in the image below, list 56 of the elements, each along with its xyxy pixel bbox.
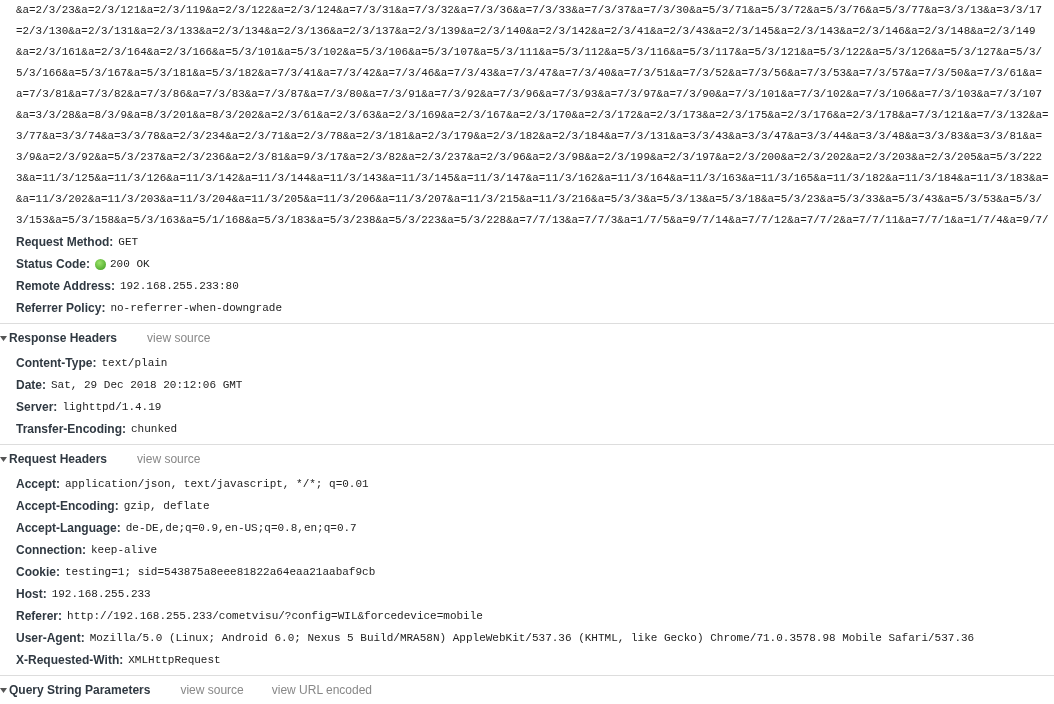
status-dot-icon — [95, 258, 106, 270]
header-name: Accept-Encoding: — [16, 499, 119, 513]
disclosure-triangle-icon[interactable] — [0, 334, 7, 342]
header-value: 192.168.255.233 — [51, 588, 151, 600]
header-name: Status Code: — [16, 257, 90, 271]
header-name: Content-Type: — [16, 356, 97, 370]
header-value: 192.168.255.233:80 — [119, 280, 239, 292]
query-string-text: =2/3/130&a=2/3/131&a=2/3/133&a=2/3/134&a=2/3/136&a=2/3/137&a=2/3/139&a=2/3/140&a=2/3/142&a=2/3/41&a=2/3/43&a=2/3/145&a=2/3/143&a=2/3/146&a=2/3/148&a=2/3/149 — [16, 25, 1036, 37]
header-name: Referer: — [16, 609, 63, 623]
header-name: X-Requested-With: — [16, 653, 124, 667]
header-value: gzip, deflate — [123, 500, 210, 512]
query-string-text: &a=2/3/23&a=2/3/121&a=2/3/119&a=2/3/122&a=2/3/124&a=7/3/31&a=7/3/32&a=7/3/36&a=7/3/33&a=7/3/37&a=7/3/30&a=5/3/71&a=5/3/72&a=5/3/76&a=5/3/77&a=3/3/13&a=3/3/17 — [16, 4, 1043, 16]
header-name: Connection: — [16, 543, 86, 557]
header-value: application/json, text/javascript, */*; q=0.01 — [65, 478, 369, 490]
query-string-text: 3/153&a=5/3/158&a=5/3/163&a=5/1/168&a=5/3/183&a=5/3/238&a=5/3/223&a=5/3/228&a=7/7/13&a=7/7/3&a=1/7/5&a=9/7/14&a=7/7/12&a=7/7/2&a=7/7/11&a=7/7/1&a=1/7/4&a=9/7/ — [16, 214, 1049, 226]
header-name: Date: — [16, 378, 46, 392]
header-name: Remote Address: — [16, 279, 115, 293]
header-name: Referrer Policy: — [16, 301, 106, 315]
query-string-text: 3/77&a=3/3/74&a=3/3/78&a=2/3/234&a=2/3/71&a=2/3/78&a=2/3/181&a=2/3/179&a=2/3/182&a=2/3/184&a=7/3/131&a=3/3/43&a=3/3/47&a=3/3/44&a=3/3/48&a=3/3/83&a=3/3/81&a= — [16, 130, 1043, 142]
header-name: Server: — [16, 400, 58, 414]
section-title[interactable]: Query String Parameters — [9, 683, 151, 697]
view-source-link[interactable]: view source — [147, 331, 211, 345]
query-string-text: &a=11/3/202&a=11/3/203&a=11/3/204&a=11/3/205&a=11/3/206&a=11/3/207&a=11/3/215&a=11/3/216&a=5/3/3&a=5/3/13&a=5/3/18&a=5/3/23&a=5/3/33&a=5/3/43&a=5/3/53&a=5/3/ — [16, 193, 1043, 205]
header-value: chunked — [131, 423, 178, 435]
query-string-text: a=7/3/81&a=7/3/82&a=7/3/86&a=7/3/83&a=7/3/87&a=7/3/80&a=7/3/91&a=7/3/92&a=7/3/96&a=7/3/93&a=7/3/97&a=7/3/90&a=7/3/101&a=7/3/102&a=7/3/106&a=7/3/103&a=7/3/107 — [16, 88, 1043, 100]
header-value: lighttpd/1.4.19 — [62, 401, 162, 413]
view-source-link[interactable]: view source — [180, 683, 244, 697]
header-value: Sat, 29 Dec 2018 20:12:06 GMT — [51, 379, 243, 391]
view-source-link[interactable]: view URL encoded — [271, 683, 373, 697]
section-title[interactable]: Request Headers — [9, 452, 108, 466]
header-value: 200 OK — [110, 258, 150, 270]
query-string-text: &a=3/3/28&a=8/3/9&a=8/3/201&a=8/3/202&a=2/3/61&a=2/3/63&a=2/3/169&a=2/3/167&a=2/3/170&a=2/3/172&a=2/3/173&a=2/3/175&a=2/3/176&a=2/3/178&a=7/3/121&a=7/3/132&a= — [16, 109, 1049, 121]
disclosure-triangle-icon[interactable] — [0, 455, 7, 463]
header-name: Accept: — [16, 477, 60, 491]
header-value: de-DE,de;q=0.9,en-US;q=0.8,en;q=0.7 — [125, 522, 357, 534]
header-value: testing=1; sid=543875a8eee81822a64eaa21aabaf9cb — [65, 566, 376, 578]
view-source-link[interactable]: view source — [137, 452, 201, 466]
header-name: Request Method: — [16, 235, 114, 249]
header-value: no-referrer-when-downgrade — [110, 302, 282, 314]
query-string-text: 3&a=11/3/125&a=11/3/126&a=11/3/142&a=11/3/144&a=11/3/143&a=11/3/145&a=11/3/147&a=11/3/162&a=11/3/164&a=11/3/163&a=11/3/165&a=11/3/182&a=11/3/184&a=11/3/183&a= — [16, 172, 1049, 184]
header-name: Accept-Language: — [16, 521, 121, 535]
query-string-text: 5/3/166&a=5/3/167&a=5/3/181&a=5/3/182&a=7/3/41&a=7/3/42&a=7/3/46&a=7/3/43&a=7/3/47&a=7/3/40&a=7/3/51&a=7/3/52&a=7/3/56&a=7/3/53&a=7/3/57&a=7/3/50&a=7/3/61&a= — [16, 67, 1043, 79]
header-value: http://192.168.255.233/cometvisu/?config=WIL&forcedevice=mobile — [67, 610, 483, 622]
query-string-text: 3/9&a=2/3/92&a=5/3/237&a=2/3/236&a=2/3/81&a=9/3/17&a=2/3/82&a=2/3/237&a=2/3/96&a=2/3/98&a=2/3/199&a=2/3/197&a=2/3/200&a=2/3/202&a=2/3/203&a=2/3/205&a=5/3/222 — [16, 151, 1043, 163]
header-value: XMLHttpRequest — [128, 654, 221, 666]
header-name: Transfer-Encoding: — [16, 422, 126, 436]
header-name: Host: — [16, 587, 47, 601]
header-value: Mozilla/5.0 (Linux; Android 6.0; Nexus 5 Build/MRA58N) AppleWebKit/537.36 (KHTML, like Gecko) Chrome/71.0.3578.98 Mobile Safari/537.36 — [89, 632, 975, 644]
header-name: Cookie: — [16, 565, 60, 579]
section-title[interactable]: Response Headers — [9, 331, 118, 345]
header-value: keep-alive — [91, 544, 157, 556]
header-name: User-Agent: — [16, 631, 85, 645]
header-value: text/plain — [101, 357, 168, 369]
disclosure-triangle-icon[interactable] — [0, 686, 7, 694]
query-string-text: &a=2/3/161&a=2/3/164&a=2/3/166&a=5/3/101&a=5/3/102&a=5/3/106&a=5/3/107&a=5/3/111&a=5/3/112&a=5/3/116&a=5/3/117&a=5/3/121&a=5/3/122&a=5/3/126&a=5/3/127&a=5/3/ — [16, 46, 1043, 58]
header-value: GET — [118, 236, 139, 248]
